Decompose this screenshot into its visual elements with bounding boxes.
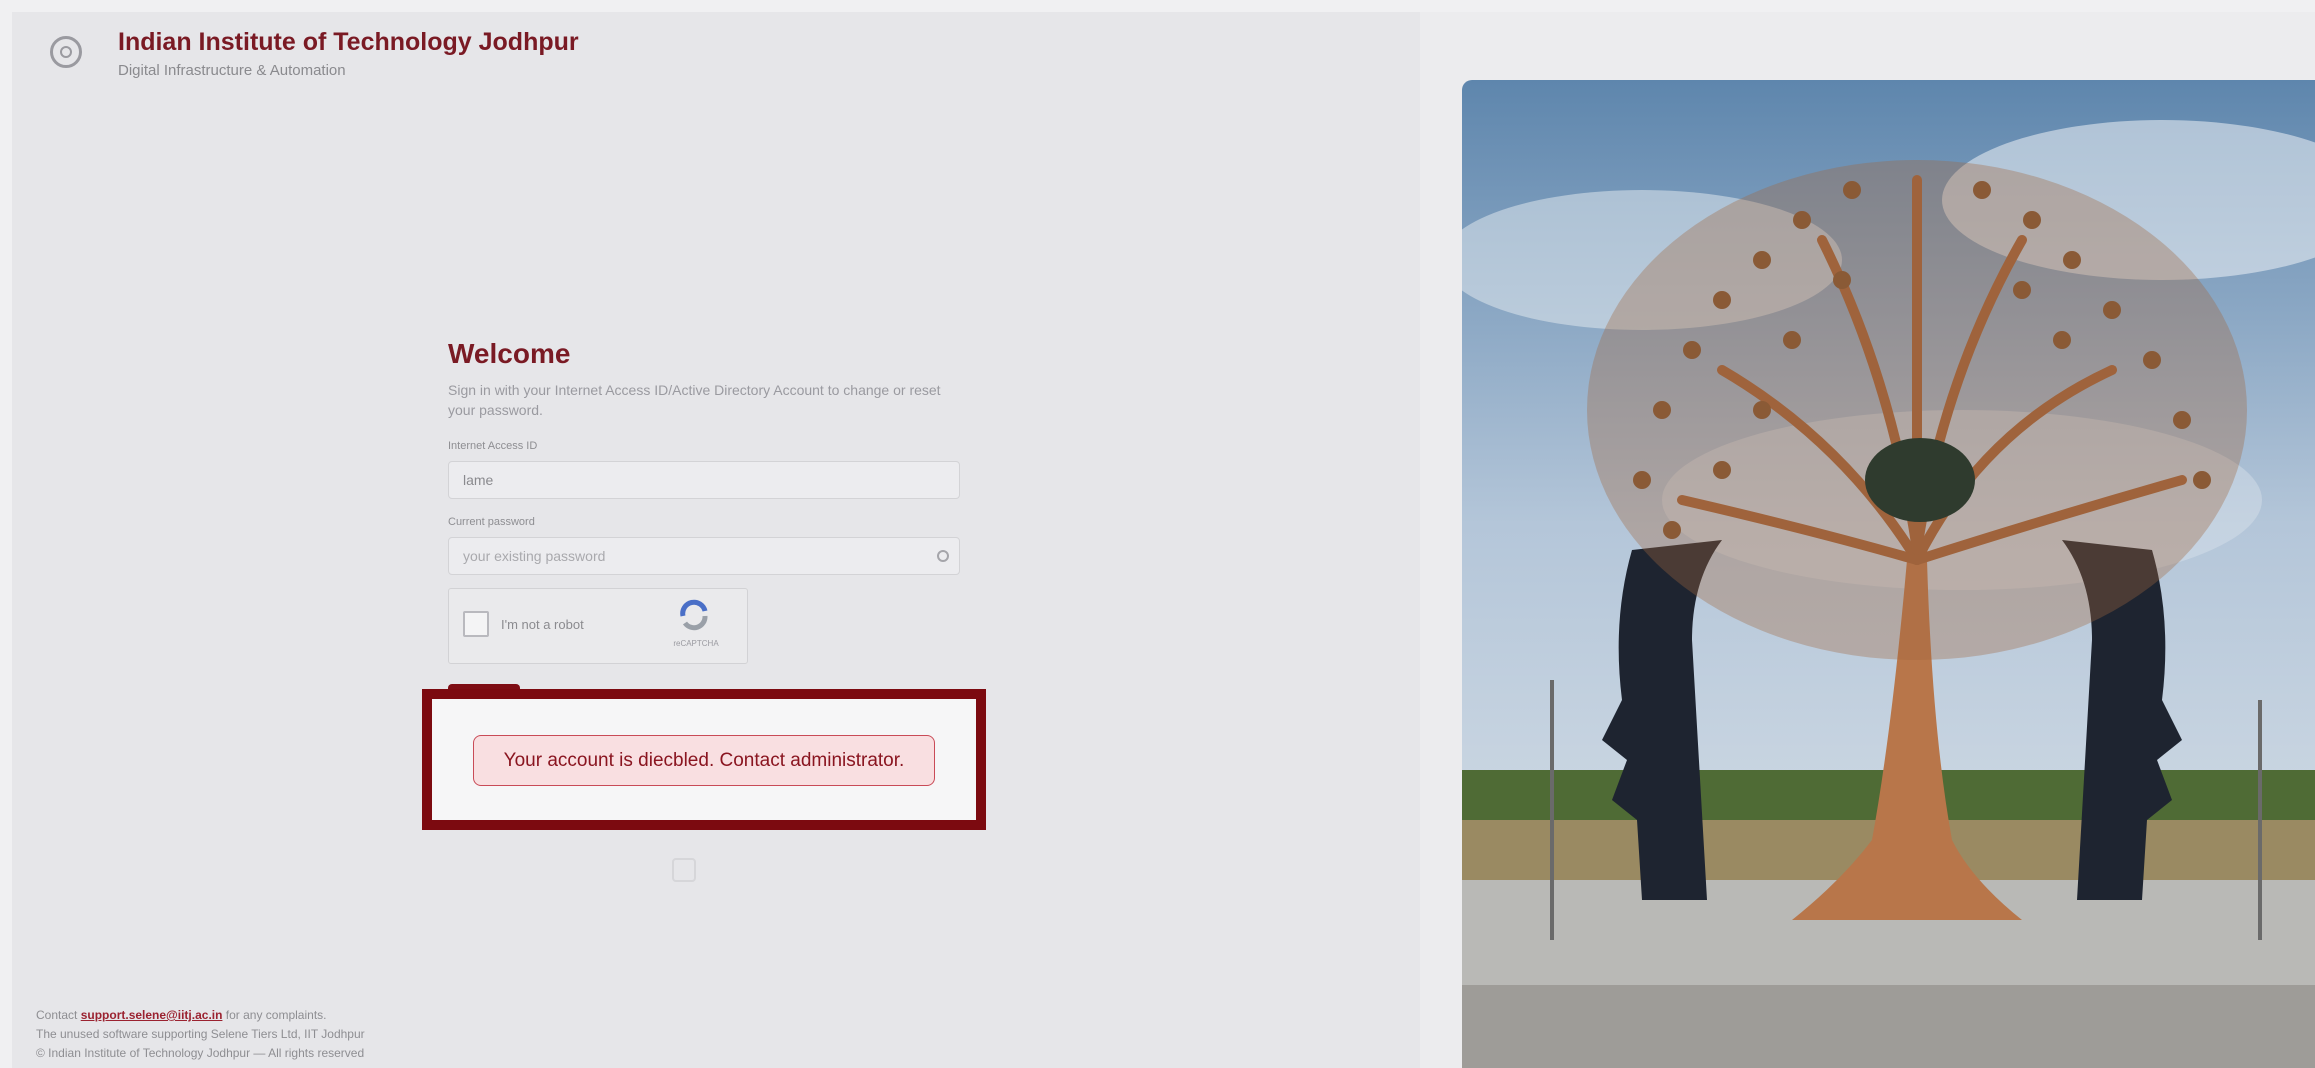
captcha-checkbox[interactable] xyxy=(463,611,489,637)
username-field[interactable]: lame xyxy=(448,461,960,499)
department-name: Digital Infrastructure & Automation xyxy=(118,62,346,79)
page-title: Welcome xyxy=(448,338,571,369)
password-placeholder: your existing password xyxy=(463,548,606,564)
password-field[interactable]: your existing password xyxy=(448,537,960,575)
support-email-link[interactable]: support.selene@iitj.ac.in xyxy=(81,1008,223,1022)
footer-line-3: © Indian Institute of Technology Jodhpur… xyxy=(36,1046,365,1060)
error-message: Your account is diecbled. Contact admini… xyxy=(503,749,905,771)
eye-icon[interactable] xyxy=(937,550,949,562)
footer-line-2: The unused software supporting Selene Ti… xyxy=(36,1027,365,1041)
password-label: Current password xyxy=(448,516,535,528)
footer-contact-suffix: for any complaints. xyxy=(225,1008,327,1022)
intro-text: Sign in with your Internet Access ID/Act… xyxy=(448,382,941,418)
campus-sculpture-image xyxy=(1462,80,2315,1068)
error-alert: Your account is diecbled. Contact admini… xyxy=(473,735,935,786)
footer-contact: Contact support.selene@iitj.ac.in for an… xyxy=(36,1008,327,1022)
institute-emblem-icon xyxy=(50,36,82,68)
recaptcha-icon xyxy=(680,599,708,631)
institute-name: Indian Institute of Technology Jodhpur xyxy=(118,28,579,56)
username-value: lame xyxy=(463,472,494,488)
help-icon xyxy=(672,858,696,882)
captcha-widget: I'm not a robot reCAPTCHA xyxy=(448,588,748,664)
recaptcha-brand: reCAPTCHA xyxy=(673,639,719,648)
footer-contact-prefix: Contact xyxy=(36,1008,78,1022)
captcha-label: I'm not a robot xyxy=(501,617,584,632)
username-label: Internet Access ID xyxy=(448,440,538,452)
